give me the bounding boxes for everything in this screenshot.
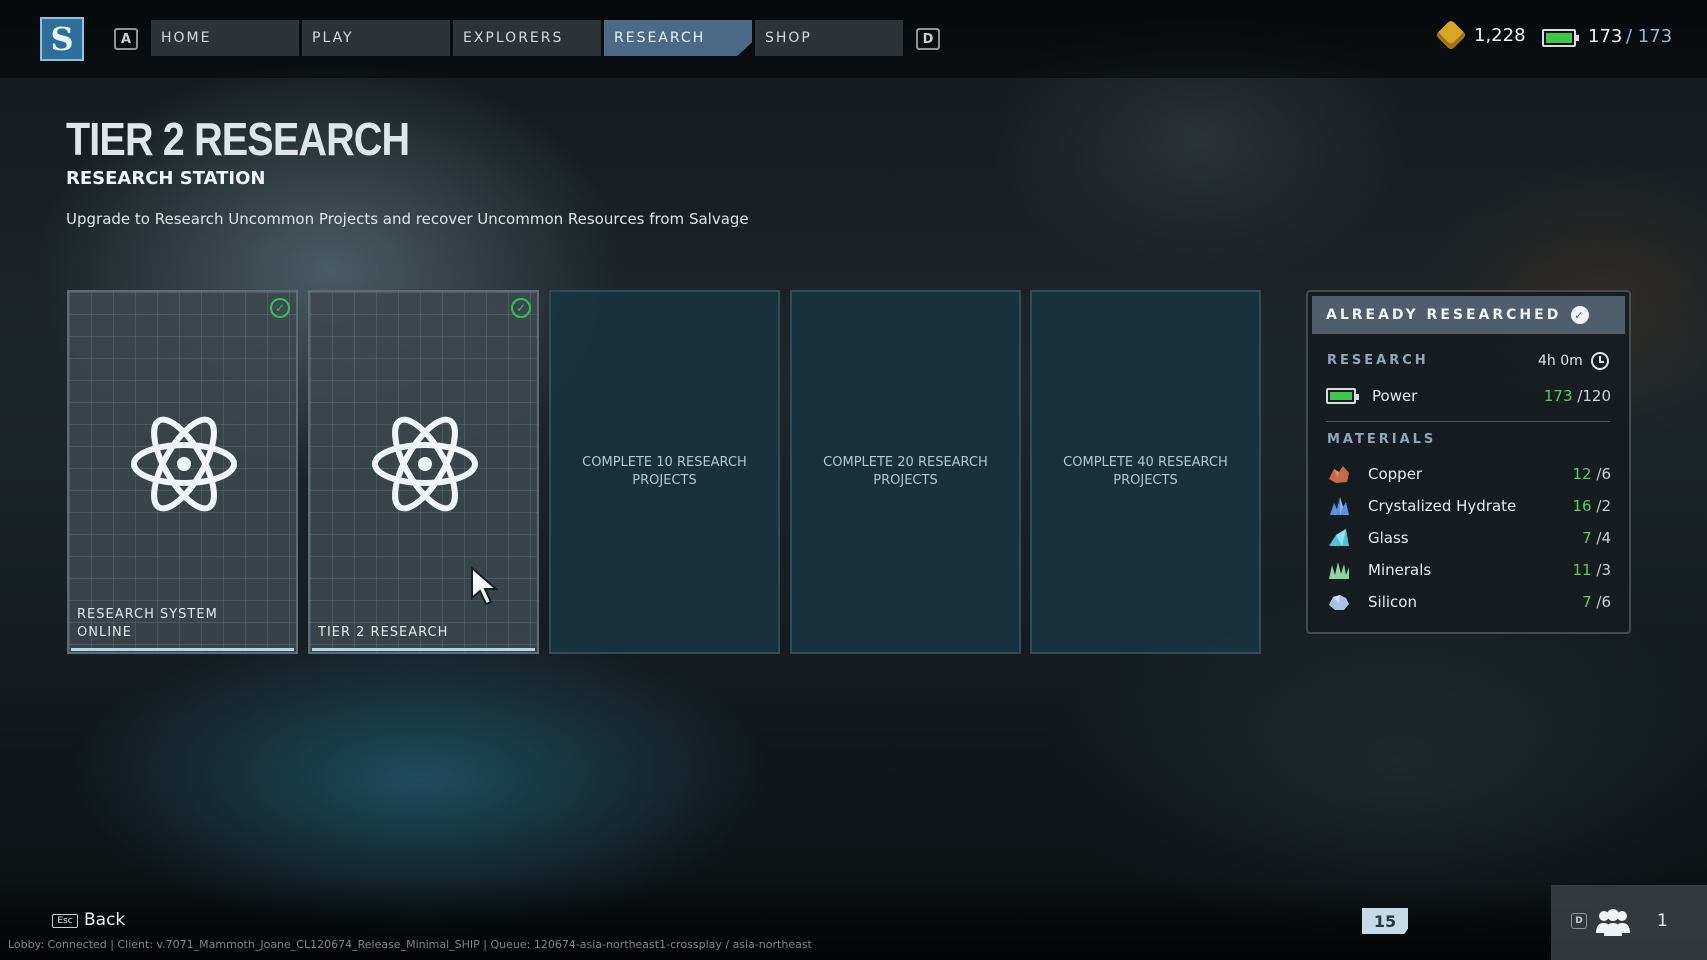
player-level-badge: 15: [1362, 908, 1408, 934]
copper-icon: [1329, 466, 1349, 483]
tier-requirement-text: COMPLETE 40 RESEARCH PROJECTS: [1063, 455, 1228, 488]
panel-divider: [1326, 421, 1610, 422]
party-members-icon: [1596, 909, 1630, 936]
clock-icon: [1590, 352, 1609, 370]
tier-card-research-system-online[interactable]: ✓ RESEARCH SYSTEM ONLINE: [67, 290, 298, 654]
glass-icon: [1329, 529, 1349, 546]
material-name: Minerals: [1368, 561, 1432, 579]
prev-tab-key-hint: A: [114, 28, 138, 50]
completed-check-icon: ✓: [511, 298, 531, 318]
research-section-label: RESEARCH: [1327, 353, 1429, 368]
material-quantity: 11 /3: [1572, 561, 1611, 579]
party-count: 1: [1657, 911, 1668, 931]
mouse-cursor-icon: [471, 566, 499, 606]
tier-requirement-text: COMPLETE 20 RESEARCH PROJECTS: [823, 455, 988, 488]
material-row-crystalized-hydrate: Crystalized Hydrate 16 /2: [1326, 494, 1611, 518]
page-title: TIER 2 RESEARCH: [66, 113, 410, 165]
tab-home[interactable]: HOME: [151, 20, 299, 56]
energy-max: / 173: [1626, 26, 1673, 47]
material-quantity: 7 /6: [1582, 593, 1611, 611]
material-quantity: 16 /2: [1572, 497, 1611, 515]
page-description: Upgrade to Research Uncommon Projects an…: [66, 210, 749, 228]
material-name: Crystalized Hydrate: [1368, 497, 1517, 515]
tier-complete-bar: [71, 648, 294, 651]
back-button[interactable]: Back: [84, 910, 125, 930]
material-row-minerals: Minerals 11 /3: [1326, 558, 1611, 582]
material-name: Silicon: [1368, 593, 1417, 611]
hydrate-crystal-icon: [1330, 497, 1349, 515]
party-key-hint: D: [1571, 913, 1587, 929]
atom-icon: [372, 416, 478, 512]
material-row-copper: Copper 12 /6: [1326, 462, 1611, 486]
battery-icon: [1542, 29, 1579, 47]
tier-card-tier-2-research[interactable]: ✓ TIER 2 RESEARCH: [308, 290, 539, 654]
material-quantity: 7 /4: [1582, 529, 1611, 547]
tier-card-locked-20[interactable]: COMPLETE 20 RESEARCH PROJECTS: [790, 290, 1021, 654]
tab-play[interactable]: PLAY: [302, 20, 450, 56]
research-time-value: 4h 0m: [1538, 353, 1583, 369]
tier-card-locked-40[interactable]: COMPLETE 40 RESEARCH PROJECTS: [1030, 290, 1261, 654]
completed-check-icon: ✓: [270, 298, 290, 318]
energy-current: 173: [1588, 26, 1623, 47]
next-tab-key-hint: D: [916, 28, 940, 50]
tier-label: RESEARCH SYSTEM ONLINE: [77, 607, 218, 640]
currency-value: 1,228: [1474, 24, 1526, 46]
tab-research[interactable]: RESEARCH: [604, 20, 752, 56]
minerals-icon: [1329, 562, 1349, 579]
material-row-silicon: Silicon 7 /6: [1326, 590, 1611, 614]
tab-shop[interactable]: SHOP: [755, 20, 903, 56]
material-row-glass: Glass 7 /4: [1326, 526, 1611, 550]
materials-section-label: MATERIALS: [1327, 432, 1437, 447]
tier-complete-bar: [312, 648, 535, 651]
tier-card-locked-10[interactable]: COMPLETE 10 RESEARCH PROJECTS: [549, 290, 780, 654]
currency-display: 1,228: [1435, 19, 1526, 51]
material-name: Copper: [1368, 465, 1423, 483]
connection-status-line: Lobby: Connected | Client: v.7071_Mammot…: [8, 938, 812, 951]
tab-explorers[interactable]: EXPLORERS: [453, 20, 601, 56]
research-status-header: ALREADY RESEARCHED ✓: [1312, 296, 1625, 334]
gold-gem-icon: [1435, 19, 1467, 51]
party-button[interactable]: D 1: [1551, 885, 1707, 960]
researched-check-icon: ✓: [1571, 306, 1590, 324]
silicon-icon: [1329, 595, 1349, 610]
tier-label: TIER 2 RESEARCH: [318, 625, 449, 640]
power-quantity: 173 /120: [1543, 387, 1611, 405]
esc-key-hint: Esc: [52, 914, 78, 928]
power-requirement-row: Power 173 /120: [1326, 384, 1611, 408]
battery-icon: [1326, 388, 1359, 404]
page-subtitle: RESEARCH STATION: [66, 168, 266, 189]
power-label: Power: [1372, 387, 1418, 405]
material-quantity: 12 /6: [1572, 465, 1611, 483]
material-name: Glass: [1368, 529, 1409, 547]
tier-requirement-text: COMPLETE 10 RESEARCH PROJECTS: [582, 455, 747, 488]
research-status-text: ALREADY RESEARCHED: [1326, 307, 1562, 323]
research-time: 4h 0m: [1538, 352, 1609, 370]
atom-icon: [131, 416, 237, 512]
game-logo[interactable]: S: [40, 17, 84, 61]
